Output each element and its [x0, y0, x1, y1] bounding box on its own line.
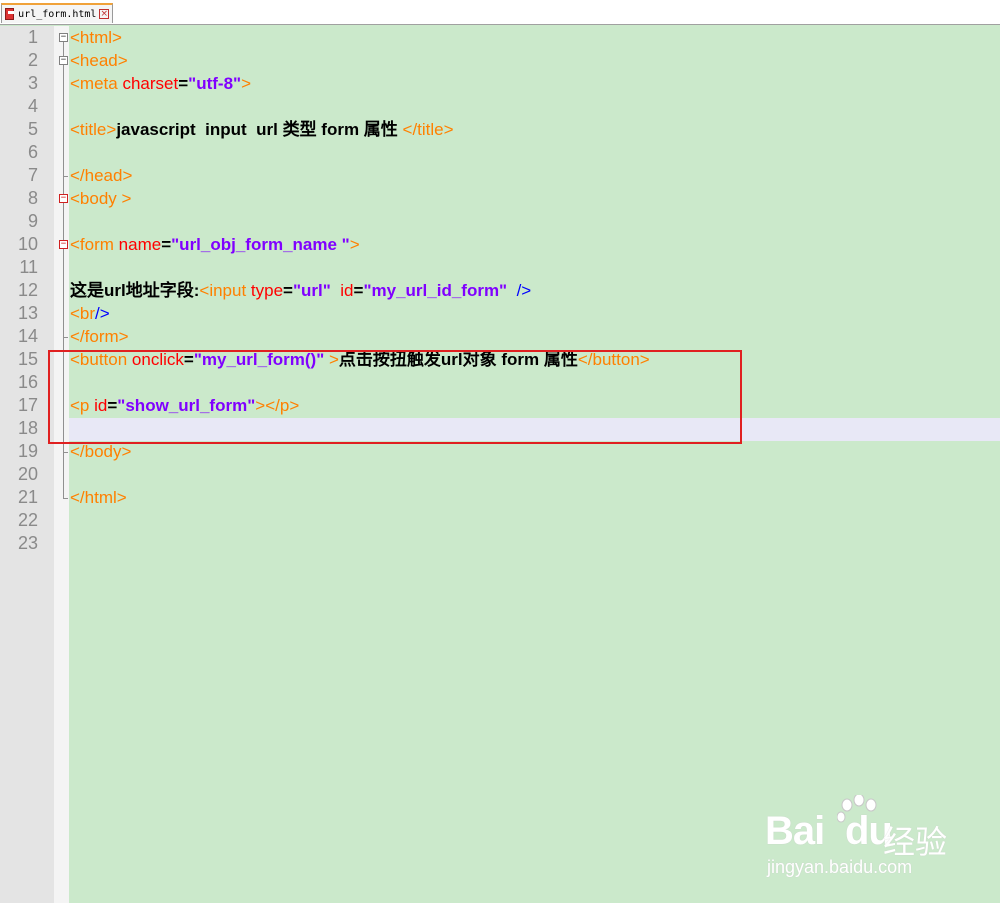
code-line-14: </form> [70, 325, 129, 348]
highlight-box [48, 350, 742, 444]
string: "utf-8" [188, 74, 242, 93]
line-number: 16 [17, 372, 38, 392]
tag: </body> [70, 442, 132, 461]
text: 这是url地址字段: [70, 281, 200, 300]
line-number: 2 [27, 50, 38, 70]
tag: <html> [70, 28, 122, 47]
close-icon[interactable]: × [99, 9, 109, 19]
line-number: 8 [27, 188, 38, 208]
line-number: 20 [17, 464, 38, 484]
line-number: 6 [27, 142, 38, 162]
line-number: 4 [27, 96, 38, 116]
baidu-jingyan-watermark: Bai du 经验 jingyan.baidu.com [765, 795, 985, 885]
tag: </head> [70, 166, 133, 185]
equals: = [353, 281, 364, 300]
line-number: 11 [19, 257, 38, 277]
tag: <body > [70, 189, 132, 208]
tag: <meta [70, 74, 118, 93]
fold-toggle-icon[interactable]: − [59, 240, 68, 249]
equals: = [283, 281, 293, 300]
watermark-url: jingyan.baidu.com [767, 857, 913, 877]
code-line-2: <head> [70, 49, 128, 72]
tag-close: /> [95, 304, 110, 323]
line-number: 23 [17, 533, 38, 553]
fold-end [63, 337, 68, 338]
code-line-13: <br/> [70, 302, 110, 325]
equals: = [161, 235, 172, 254]
attribute: id [330, 281, 354, 300]
code-line-5: <title>javascript input url 类型 form 属性 <… [70, 118, 454, 141]
file-icon [5, 8, 15, 20]
string: "my_url_id_form" [363, 281, 508, 300]
tag: <title> [70, 120, 117, 139]
fold-end [63, 176, 68, 177]
tag: </form> [70, 327, 129, 346]
line-number: 15 [17, 349, 38, 369]
code-line-12: 这是url地址字段:<input type="url" id="my_url_i… [70, 279, 531, 302]
text: javascript input url 类型 form 属性 [116, 120, 403, 139]
code-line-10: <form name="url_obj_form_name "> [70, 233, 360, 256]
tag: <form [70, 235, 114, 254]
line-number: 5 [27, 119, 38, 139]
tag: <input [199, 281, 247, 300]
tag-close: /> [507, 281, 532, 300]
code-line-8: <body > [70, 187, 131, 210]
fold-margin [54, 26, 69, 903]
tab-bar: url_form.html × [0, 0, 1000, 25]
line-number: 21 [17, 487, 38, 507]
line-number: 1 [27, 27, 38, 47]
fold-toggle-icon[interactable]: − [59, 33, 68, 42]
tag: <head> [70, 51, 128, 70]
attribute: name [113, 235, 162, 254]
tag: > [241, 74, 252, 93]
line-number: 9 [27, 211, 38, 231]
line-number: 13 [17, 303, 38, 323]
equals: = [178, 74, 189, 93]
line-number: 19 [17, 441, 38, 461]
string: "url_obj_form_name " [171, 235, 350, 254]
line-number: 18 [17, 418, 38, 438]
watermark-brand: Bai [765, 809, 825, 853]
tab-label: url_form.html [18, 8, 97, 20]
code-line-7: </head> [70, 164, 132, 187]
line-number: 10 [17, 234, 38, 254]
file-tab[interactable]: url_form.html × [1, 3, 113, 23]
line-number: 17 [17, 395, 38, 415]
code-line-21: </html> [70, 486, 127, 509]
tag: </title> [402, 120, 454, 139]
line-number-gutter: 1 2 3 4 5 6 7 8 9 10 11 12 13 14 15 16 1… [0, 26, 54, 903]
line-number: 12 [17, 280, 38, 300]
fold-end [63, 452, 68, 453]
fold-end [63, 498, 68, 499]
code-line-1: <html> [70, 26, 122, 49]
string: "url" [292, 281, 331, 300]
attribute: charset [117, 74, 179, 93]
fold-toggle-icon[interactable]: − [59, 194, 68, 203]
code-line-3: <meta charset="utf-8"> [70, 72, 251, 95]
line-number: 7 [27, 165, 38, 185]
tag: </html> [70, 488, 127, 507]
tag: > [349, 235, 360, 254]
line-number: 22 [17, 510, 38, 530]
line-number: 14 [17, 326, 38, 346]
attribute: type [246, 281, 284, 300]
line-number: 3 [27, 73, 38, 93]
fold-toggle-icon[interactable]: − [59, 56, 68, 65]
tag: <br [70, 304, 96, 323]
